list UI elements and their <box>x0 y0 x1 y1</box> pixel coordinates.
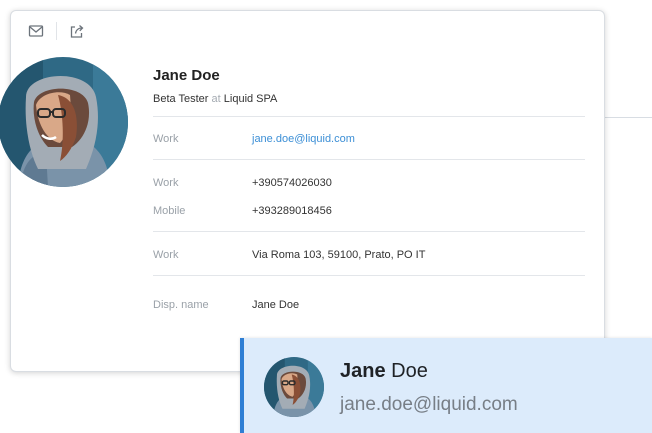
background-divider <box>605 117 652 118</box>
hover-card-first-name: Jane <box>340 360 386 382</box>
divider <box>153 159 585 160</box>
contact-company: Liquid SPA <box>223 93 278 105</box>
divider <box>153 116 585 117</box>
email-link[interactable]: jane.doe@liquid.com <box>252 133 355 145</box>
divider <box>153 275 585 276</box>
avatar <box>0 57 128 187</box>
email-label: Work <box>153 133 179 145</box>
contact-card: Jane Doe Beta Tester at Liquid SPA Work … <box>0 10 605 372</box>
avatar <box>264 357 324 417</box>
hover-card-last-name: Doe <box>391 360 428 382</box>
phone-mobile-label: Mobile <box>153 205 186 217</box>
hover-card-name: Jane Doe <box>340 360 428 383</box>
address-value: Via Roma 103, 59100, Prato, PO IT <box>252 249 426 261</box>
hover-card-email: jane.doe@liquid.com <box>340 394 518 415</box>
display-name-label: Disp. name <box>153 299 209 311</box>
envelope-icon[interactable] <box>27 22 45 40</box>
contact-hover-card[interactable]: Jane Doe jane.doe@liquid.com <box>240 338 652 433</box>
phone-work-label: Work <box>153 177 179 189</box>
share-icon[interactable] <box>68 22 86 40</box>
contact-subtitle: Beta Tester at Liquid SPA <box>153 93 277 105</box>
toolbar-separator <box>56 22 57 40</box>
divider <box>153 231 585 232</box>
contact-name: Jane Doe <box>153 67 220 84</box>
phone-mobile-value: +393289018456 <box>252 205 332 217</box>
address-label: Work <box>153 249 179 261</box>
stage: Jane Doe Beta Tester at Liquid SPA Work … <box>0 0 652 433</box>
phone-work-value: +390574026030 <box>252 177 332 189</box>
card-toolbar <box>27 21 86 41</box>
contact-at: at <box>211 93 221 105</box>
display-name-value: Jane Doe <box>252 299 300 311</box>
contact-role: Beta Tester <box>153 93 209 105</box>
